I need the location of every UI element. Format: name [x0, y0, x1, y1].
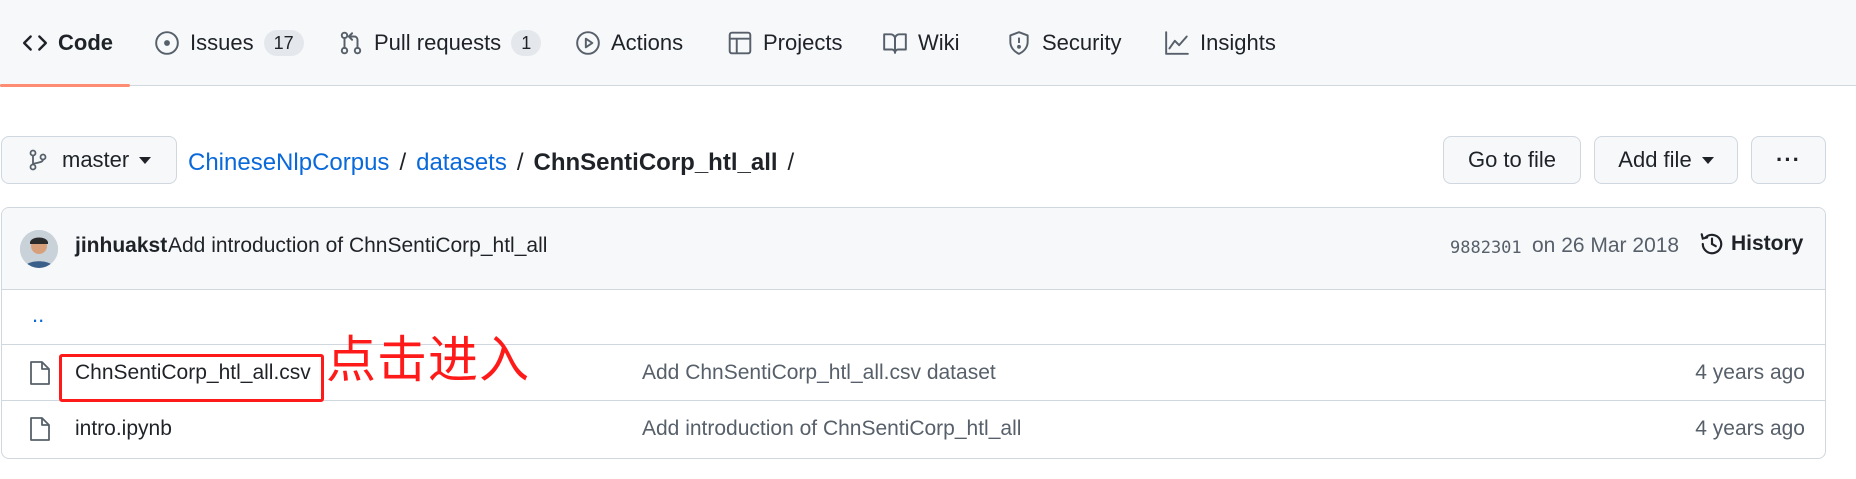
- commit-author-link[interactable]: jinhuakst: [75, 234, 167, 258]
- tab-issues[interactable]: Issues 17: [154, 0, 304, 86]
- annotation-label: 点击进入: [326, 331, 530, 389]
- issues-count-badge: 17: [263, 30, 304, 56]
- add-file-label: Add file: [1618, 147, 1692, 172]
- chevron-down-icon: [139, 156, 152, 164]
- chevron-down-icon: [1701, 156, 1714, 164]
- parent-directory-row[interactable]: ..: [2, 290, 1825, 345]
- file-age: 4 years ago: [1695, 361, 1805, 384]
- commit-sha-link[interactable]: 9882301: [1450, 238, 1522, 258]
- tab-label: Security: [1042, 30, 1122, 55]
- tab-insights[interactable]: Insights: [1164, 0, 1276, 86]
- history-link[interactable]: History: [1699, 231, 1803, 257]
- go-to-file-button[interactable]: Go to file: [1443, 136, 1581, 184]
- breadcrumb: ChineseNlpCorpus / datasets / ChnSentiCo…: [188, 143, 804, 183]
- commit-date: on 26 Mar 2018: [1532, 234, 1680, 257]
- table-row[interactable]: intro.ipynb Add introduction of ChnSenti…: [2, 401, 1825, 458]
- pull-requests-count-badge: 1: [511, 30, 542, 56]
- tab-label: Pull requests: [374, 30, 502, 55]
- pull-request-icon: [338, 30, 364, 56]
- file-age: 4 years ago: [1695, 417, 1805, 440]
- tab-security[interactable]: Security: [1006, 0, 1121, 86]
- kebab-icon: ···: [1776, 147, 1801, 172]
- breadcrumb-separator: /: [516, 149, 524, 176]
- file-commit-message[interactable]: Add ChnSentiCorp_htl_all.csv dataset: [642, 361, 996, 385]
- history-label: History: [1731, 232, 1804, 255]
- file-icon: [29, 416, 51, 442]
- tab-label: Code: [58, 30, 113, 55]
- tab-pull-requests[interactable]: Pull requests 1: [338, 0, 542, 86]
- tab-label: Actions: [611, 30, 684, 55]
- book-icon: [882, 30, 908, 56]
- file-icon: [29, 360, 51, 386]
- add-file-button[interactable]: Add file: [1594, 136, 1738, 184]
- tab-code[interactable]: Code: [0, 0, 130, 87]
- branch-name: master: [62, 147, 130, 172]
- breadcrumb-repo-link[interactable]: ChineseNlpCorpus: [188, 149, 389, 177]
- tab-label: Wiki: [918, 30, 960, 55]
- tab-label: Issues: [190, 30, 254, 55]
- breadcrumb-separator: /: [787, 149, 795, 176]
- more-options-button[interactable]: ···: [1751, 136, 1826, 184]
- tab-label: Projects: [763, 30, 843, 55]
- table-icon: [727, 30, 753, 56]
- repo-tab-nav: Code Issues 17 Pull requests 1 Actions P…: [0, 0, 1856, 87]
- issue-icon: [154, 30, 180, 56]
- tab-wiki[interactable]: Wiki: [882, 0, 960, 86]
- code-icon: [22, 30, 48, 56]
- latest-commit-bar: jinhuakst Add introduction of ChnSentiCo…: [2, 208, 1825, 290]
- breadcrumb-separator: /: [399, 149, 407, 176]
- tab-projects[interactable]: Projects: [727, 0, 842, 86]
- file-name-link[interactable]: intro.ipynb: [75, 417, 172, 441]
- parent-directory-link[interactable]: ..: [32, 302, 44, 328]
- breadcrumb-folder-link[interactable]: datasets: [416, 149, 507, 177]
- avatar[interactable]: [20, 230, 58, 268]
- file-commit-message[interactable]: Add introduction of ChnSentiCorp_htl_all: [642, 417, 1021, 441]
- file-list-box: jinhuakst Add introduction of ChnSentiCo…: [1, 207, 1826, 459]
- go-to-file-label: Go to file: [1467, 147, 1557, 172]
- graph-icon: [1164, 30, 1190, 56]
- branch-select-button[interactable]: master: [1, 136, 177, 184]
- breadcrumb-current: ChnSentiCorp_htl_all: [533, 149, 778, 176]
- tab-label: Insights: [1200, 30, 1276, 55]
- shield-icon: [1006, 30, 1032, 56]
- tab-actions[interactable]: Actions: [575, 0, 683, 86]
- history-icon: [1700, 233, 1723, 255]
- git-branch-icon: [28, 149, 48, 171]
- annotation-highlight-box: [59, 354, 324, 402]
- play-icon: [575, 30, 601, 56]
- commit-message-link[interactable]: Add introduction of ChnSentiCorp_htl_all: [168, 234, 547, 258]
